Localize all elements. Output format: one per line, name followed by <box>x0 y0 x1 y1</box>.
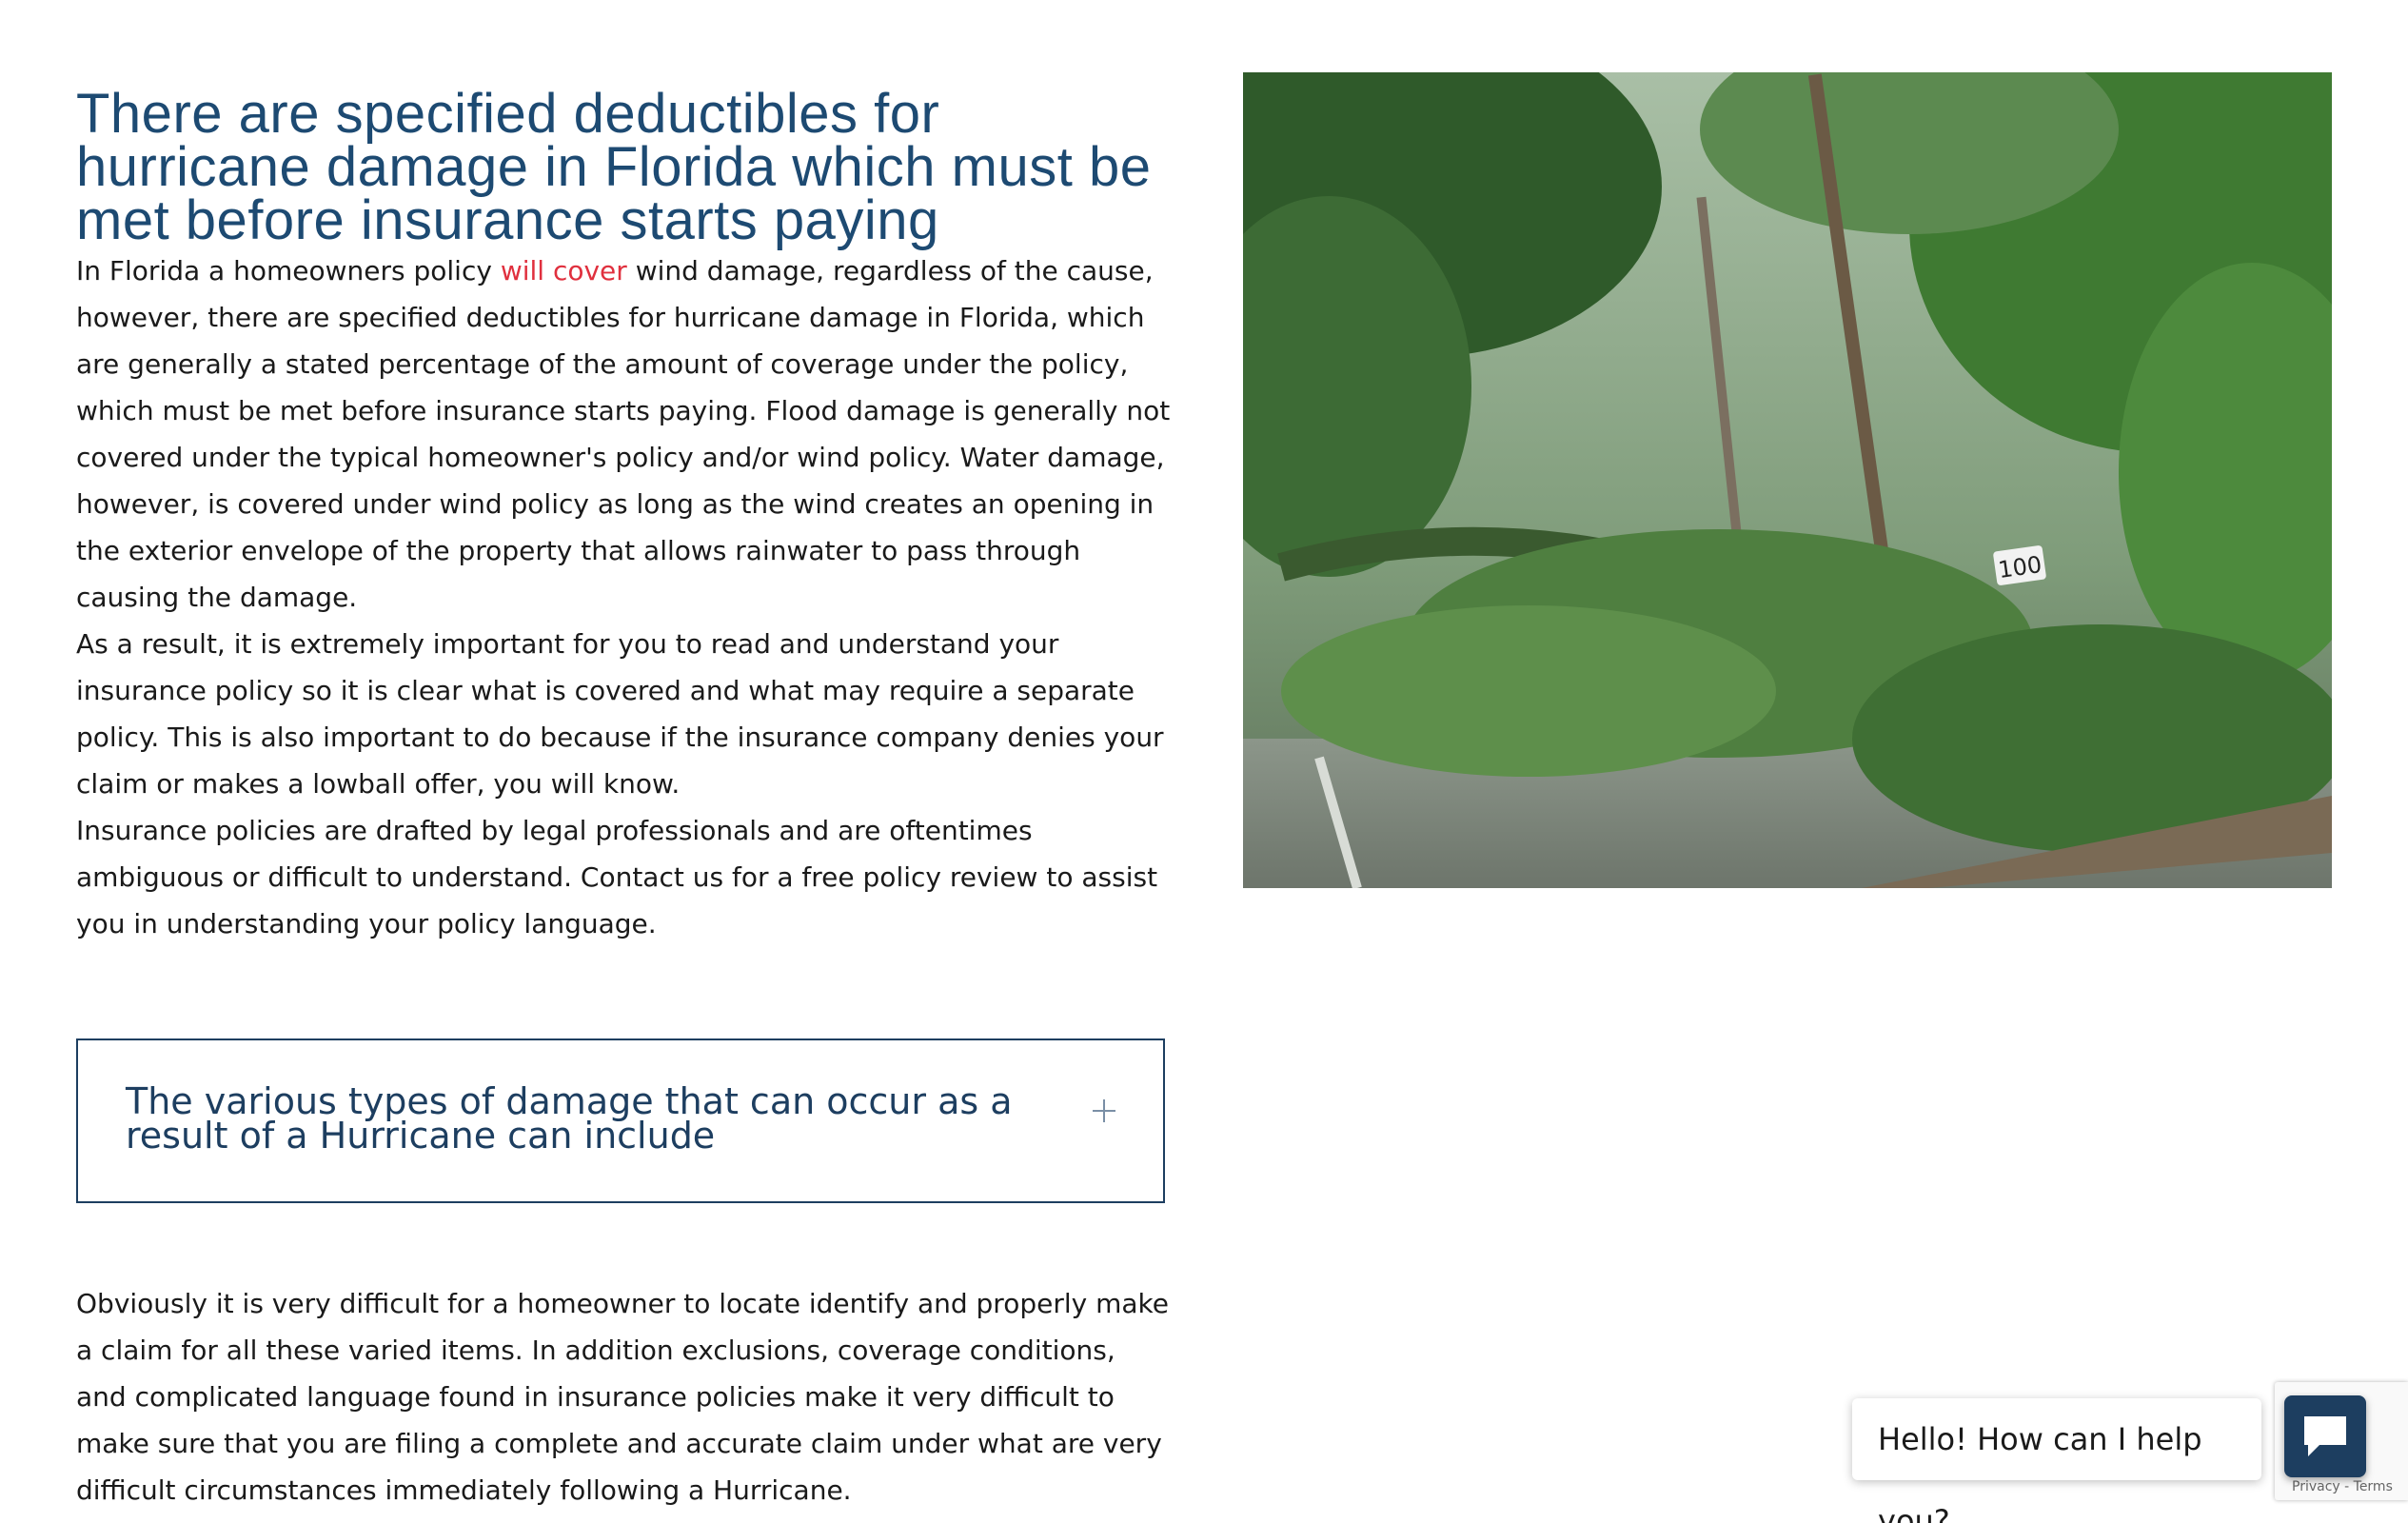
recaptcha-links[interactable]: Privacy - Terms <box>2292 1479 2393 1494</box>
accordion-title: The various types of damage that can occ… <box>126 1080 1013 1157</box>
paragraph-importance: As a result, it is extremely important f… <box>76 628 1164 800</box>
paragraph-policy-review: Insurance policies are drafted by legal … <box>76 815 1158 940</box>
plus-icon[interactable] <box>1093 1099 1115 1122</box>
page: There are specified deductibles for hurr… <box>0 0 2408 1523</box>
paragraph-coverage: In Florida a homeowners policy will cove… <box>76 247 1171 621</box>
chat-greeting[interactable]: Hello! How can I help you? <box>1852 1398 2261 1523</box>
will-cover-link[interactable]: will cover <box>501 255 627 287</box>
damage-types-accordion[interactable]: The various types of damage that can occ… <box>76 1038 1165 1203</box>
chat-icon <box>2304 1416 2346 1456</box>
chat-launcher-button[interactable] <box>2284 1395 2366 1477</box>
paragraph-claim-difficulty: Obviously it is very difficult for a hom… <box>76 1288 1169 1506</box>
section-heading: There are specified deductibles for hurr… <box>76 83 1152 251</box>
article-content: There are specified deductibles for hurr… <box>76 83 1171 947</box>
paragraph-text: In Florida a homeowners policy <box>76 255 501 287</box>
paragraph-text: wind damage, regardless of the cause, ho… <box>76 255 1171 613</box>
hurricane-damage-photo: 100 <box>1243 72 2332 888</box>
